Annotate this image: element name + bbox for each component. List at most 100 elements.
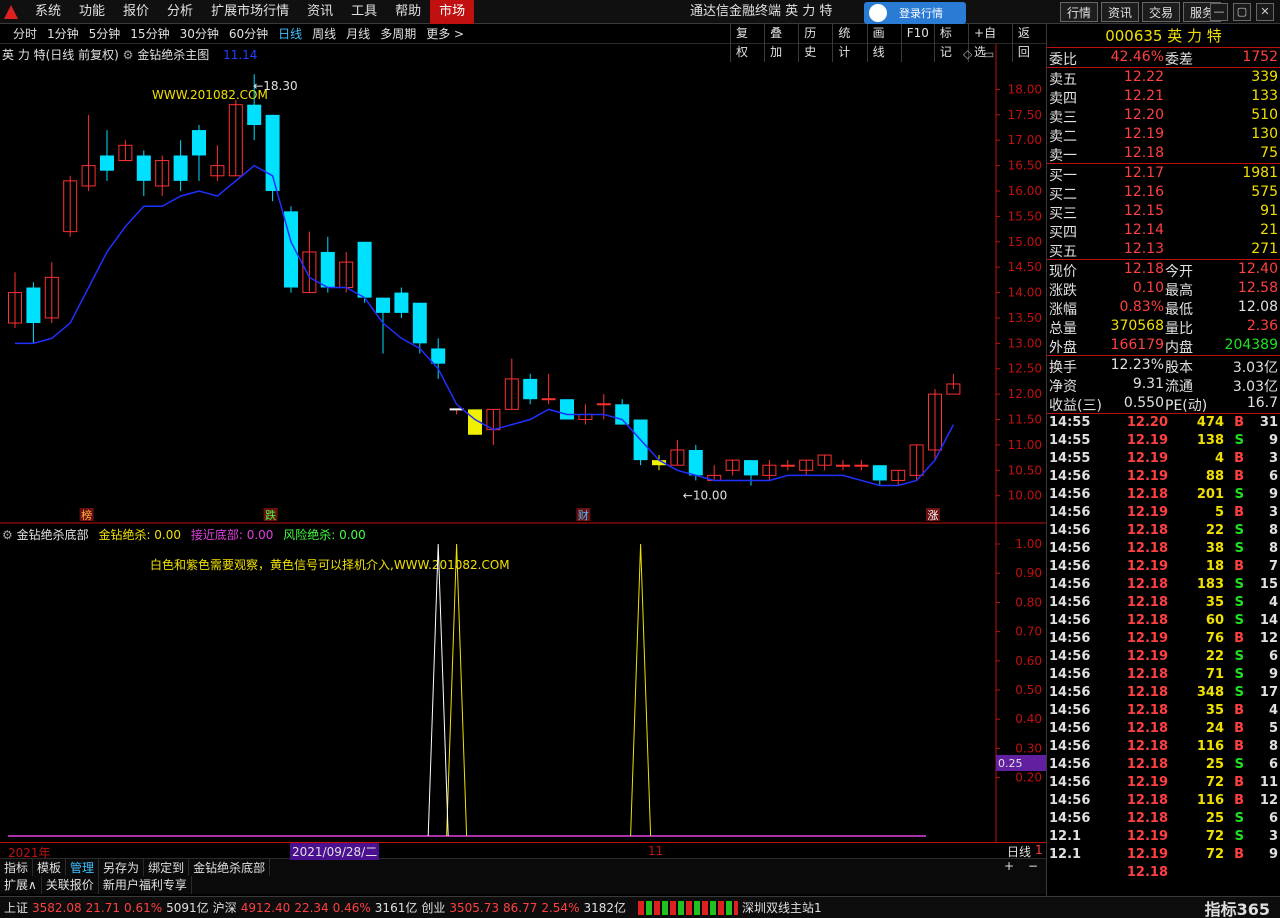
y-tick-label: 12.00 [1008,387,1042,401]
menu-item-0[interactable]: 系统 [26,0,70,24]
tick-time: 14:56 [1049,505,1091,520]
tick-row: 14:56 12.18 35 B 4 [1047,702,1280,720]
sub-indicator-chart[interactable]: 0.20 0.30 0.40 0.50 0.60 0.70 0.80 0.90 1.00 0.25… [0,524,1046,842]
ask-label: 卖二 [1049,129,1077,145]
zoom-out-icon[interactable]: − [1028,859,1038,873]
gear-icon[interactable]: ⚙ [2,528,13,542]
menu-item-8[interactable]: 市场 [430,0,475,24]
stat-value: 370568 [1110,318,1164,334]
bid-row: 买二 12.16 575 [1047,183,1280,203]
tick-count: 15 [1259,577,1278,592]
tick-volume: 35 [1205,595,1224,610]
candle-body [523,378,538,400]
ask-volume: 75 [1260,145,1278,161]
top-button-1[interactable]: 资讯 [1101,2,1140,22]
main-indicator-name[interactable]: 金钻绝杀主图 [137,48,209,62]
tick-volume: 116 [1196,793,1224,808]
indicator-tab-3[interactable]: 另存为 [99,859,145,876]
period-tab-9[interactable]: 多周期 [375,24,421,44]
period-tab-7[interactable]: 周线 [307,24,341,44]
y-tick-label: 0.60 [1015,654,1042,668]
tick-row: 12.18 [1047,864,1280,882]
tick-side: B [1234,721,1244,736]
stat-row: 外盘 166179 内盘 204389 [1047,336,1280,356]
tick-count: 3 [1268,451,1278,466]
period-tab-6[interactable]: 日线 [273,24,307,44]
index-pct: 2.54% [541,900,580,915]
tick-side: S [1234,433,1244,448]
login-button[interactable]: 登录行情 [864,2,966,24]
menu-item-6[interactable]: 工具 [342,0,386,24]
indicator-tab-5[interactable]: 金钻绝杀底部 [189,859,271,876]
y-tick-label: 17.00 [1008,133,1042,147]
candle-body [780,464,795,467]
stat-row: 总量 370568 量比 2.36 [1047,317,1280,337]
candle-body [320,251,335,288]
tick-time: 14:56 [1049,685,1091,700]
tick-time: 14:56 [1049,667,1091,682]
date-axis: 2021年 2021/09/28/二 11 日线 1 [0,842,1046,860]
period-tab-5[interactable]: 60分钟 [224,24,273,44]
tick-row: 14:56 12.18 71 S 9 [1047,666,1280,684]
sub-chart-title[interactable]: 金钻绝杀底部 [17,528,89,542]
index-name[interactable]: 沪深 [213,899,237,916]
bid-price: 12.13 [1123,241,1164,257]
gear-icon[interactable]: ⚙ [123,48,134,62]
maximize-icon[interactable]: ▢ [1233,3,1251,21]
period-tab-10[interactable]: 更多 > [421,24,469,44]
index-name[interactable]: 上证 [4,899,28,916]
menu-item-5[interactable]: 资讯 [298,0,342,24]
period-tab-3[interactable]: 15分钟 [125,24,174,44]
tick-side: S [1234,577,1244,592]
tick-time: 14:56 [1049,757,1091,772]
main-kline-chart[interactable]: 10.00 10.50 11.00 11.50 12.00 12.50 13.00 13.50… [0,44,1046,524]
minimize-icon[interactable]: — [1210,3,1228,21]
candle-body [100,155,114,171]
index-change: 86.77 [502,900,538,915]
close-icon[interactable]: ✕ [1256,3,1274,21]
index-name[interactable]: 创业 [421,899,445,916]
period-tab-2[interactable]: 5分钟 [84,24,126,44]
indicator-tab-1[interactable]: 模板 [33,859,67,876]
tick-count: 31 [1259,415,1278,430]
tick-price: 12.18 [1126,739,1168,754]
tick-time: 14:56 [1049,739,1091,754]
server-name[interactable]: 深圳双线主站1 [742,899,822,916]
tick-volume: 72 [1205,829,1224,844]
ask-row: 卖四 12.21 133 [1047,87,1280,107]
sub-chart-legend: 金钻绝杀: 0.00 接近底部: 0.00 风险绝杀: 0.00 [92,528,365,542]
menu-item-4[interactable]: 扩展市场行情 [202,0,298,24]
bid-price: 12.16 [1123,184,1164,200]
index-price: 3505.73 [449,900,499,915]
stat-label: 涨跌 [1049,283,1077,299]
y-tick-label: 18.00 [1008,82,1042,96]
tick-count: 6 [1268,757,1278,772]
candle-body [412,302,427,344]
menu-item-7[interactable]: 帮助 [386,0,430,24]
stat-label: 股本 [1165,360,1193,376]
indicator-tab-2[interactable]: 管理 [66,859,100,876]
menu-item-1[interactable]: 功能 [70,0,114,24]
indicator-tab-0[interactable]: 指标 [0,859,34,876]
top-button-2[interactable]: 交易 [1142,2,1181,22]
tick-row: 14:56 12.18 183 S 15 [1047,576,1280,594]
extension-tab-2[interactable]: 新用户福利专享 [99,876,192,894]
tick-volume: 24 [1205,721,1224,736]
menu-item-2[interactable]: 报价 [114,0,158,24]
extension-tab-1[interactable]: 关联报价 [42,876,99,894]
top-button-0[interactable]: 行情 [1060,2,1099,22]
high-price-label: ←18.30 [253,79,297,93]
bid-label: 买五 [1049,244,1077,260]
tick-row: 14:56 12.18 116 B 8 [1047,738,1280,756]
menu-item-3[interactable]: 分析 [158,0,202,24]
period-tab-1[interactable]: 1分钟 [42,24,84,44]
weicha-value: 1752 [1242,49,1278,65]
zoom-in-icon[interactable]: + [1004,859,1014,873]
period-tab-8[interactable]: 月线 [341,24,375,44]
candle-body [615,404,630,425]
indicator-tab-4[interactable]: 绑定到 [144,859,190,876]
period-tab-4[interactable]: 30分钟 [175,24,224,44]
extension-tab-0[interactable]: 扩展∧ [0,876,42,894]
stat-row: 现价 12.18 今开 12.40 [1047,260,1280,280]
period-tab-0[interactable]: 分时 [8,24,42,44]
